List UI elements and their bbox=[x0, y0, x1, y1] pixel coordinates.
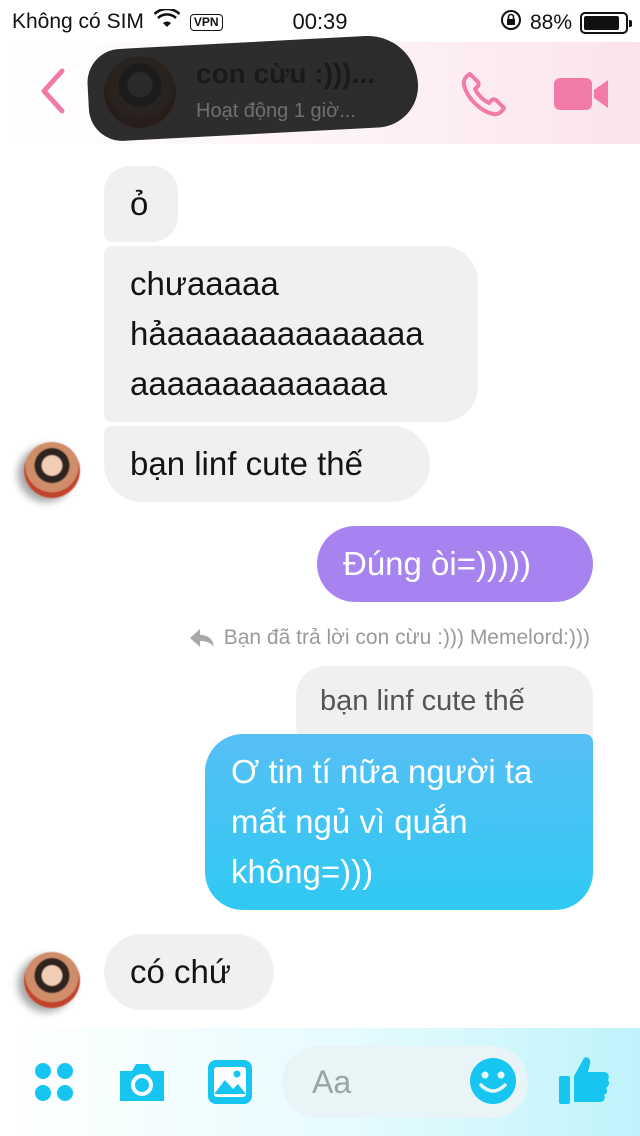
camera-button[interactable] bbox=[116, 1056, 168, 1108]
message-bubble-incoming[interactable]: ỏ bbox=[104, 166, 178, 242]
contact-status: Hoạt động 1 giờ... bbox=[196, 100, 356, 122]
message-text-line: chưaaaaa bbox=[130, 265, 279, 302]
message-bubble-incoming[interactable]: có chứ bbox=[104, 934, 274, 1010]
contact-avatar-small[interactable] bbox=[24, 952, 80, 1008]
thumbs-up-icon bbox=[559, 1057, 610, 1104]
message-text-line: aaaaaaaaaaaaaa bbox=[130, 365, 387, 402]
back-chevron-icon bbox=[41, 68, 65, 114]
message-text: Đúng òi=))))) bbox=[343, 545, 531, 582]
emoji-button[interactable] bbox=[468, 1056, 518, 1106]
battery-icon bbox=[580, 12, 632, 34]
message-bubble-incoming[interactable]: bạn linf cute thế bbox=[104, 426, 430, 502]
message-text-line: không=))) bbox=[231, 853, 374, 890]
message-text: ỏ bbox=[130, 185, 149, 222]
contact-avatar-small[interactable] bbox=[24, 442, 80, 498]
composer-bar: Aa bbox=[0, 1028, 640, 1136]
camera-icon bbox=[120, 1064, 164, 1101]
reply-notice-text: Bạn đã trả lời con cừu :))) Memelord:))) bbox=[223, 626, 590, 649]
gallery-button[interactable] bbox=[204, 1056, 256, 1108]
message-text-line: mất ngủ vì quắn bbox=[231, 803, 468, 840]
status-bar: Không có SIM VPN 00:39 88% bbox=[0, 0, 640, 42]
message-text: bạn linf cute thế bbox=[130, 445, 363, 482]
reply-arrow-icon bbox=[189, 629, 214, 647]
message-text: có chứ bbox=[130, 953, 231, 990]
voice-call-button[interactable] bbox=[458, 68, 510, 120]
apps-button[interactable] bbox=[28, 1056, 80, 1108]
emoji-icon bbox=[470, 1058, 516, 1104]
status-right: 88% bbox=[500, 9, 632, 37]
like-button[interactable] bbox=[556, 1052, 612, 1108]
quoted-text: bạn linf cute thế bbox=[320, 685, 525, 717]
contact-name[interactable]: con cừu :)))... bbox=[196, 58, 375, 90]
message-bubble-outgoing[interactable]: Ơ tin tí nữa người ta mất ngủ vì quắn kh… bbox=[205, 734, 593, 910]
message-text-line: Ơ tin tí nữa người ta bbox=[231, 753, 533, 790]
message-bubble-outgoing[interactable]: Đúng òi=))))) bbox=[317, 526, 593, 602]
message-bubble-incoming[interactable]: chưaaaaa hảaaaaaaaaaaaaaa aaaaaaaaaaaaaa bbox=[104, 246, 478, 422]
reply-notice: Bạn đã trả lời con cừu :))) Memelord:))) bbox=[188, 626, 590, 650]
phone-icon bbox=[461, 72, 506, 117]
battery-percent: 88% bbox=[529, 11, 572, 34]
conversation-header: con cừu :)))... Hoạt động 1 giờ... bbox=[0, 33, 640, 144]
back-button[interactable] bbox=[28, 64, 78, 118]
video-camera-icon bbox=[554, 78, 608, 110]
apps-grid-icon bbox=[35, 1063, 73, 1101]
message-text-line: hảaaaaaaaaaaaaaa bbox=[130, 315, 424, 352]
image-icon bbox=[208, 1060, 252, 1104]
message-input-placeholder: Aa bbox=[312, 1064, 352, 1100]
rotation-lock-icon bbox=[500, 9, 522, 37]
video-call-button[interactable] bbox=[552, 72, 612, 116]
